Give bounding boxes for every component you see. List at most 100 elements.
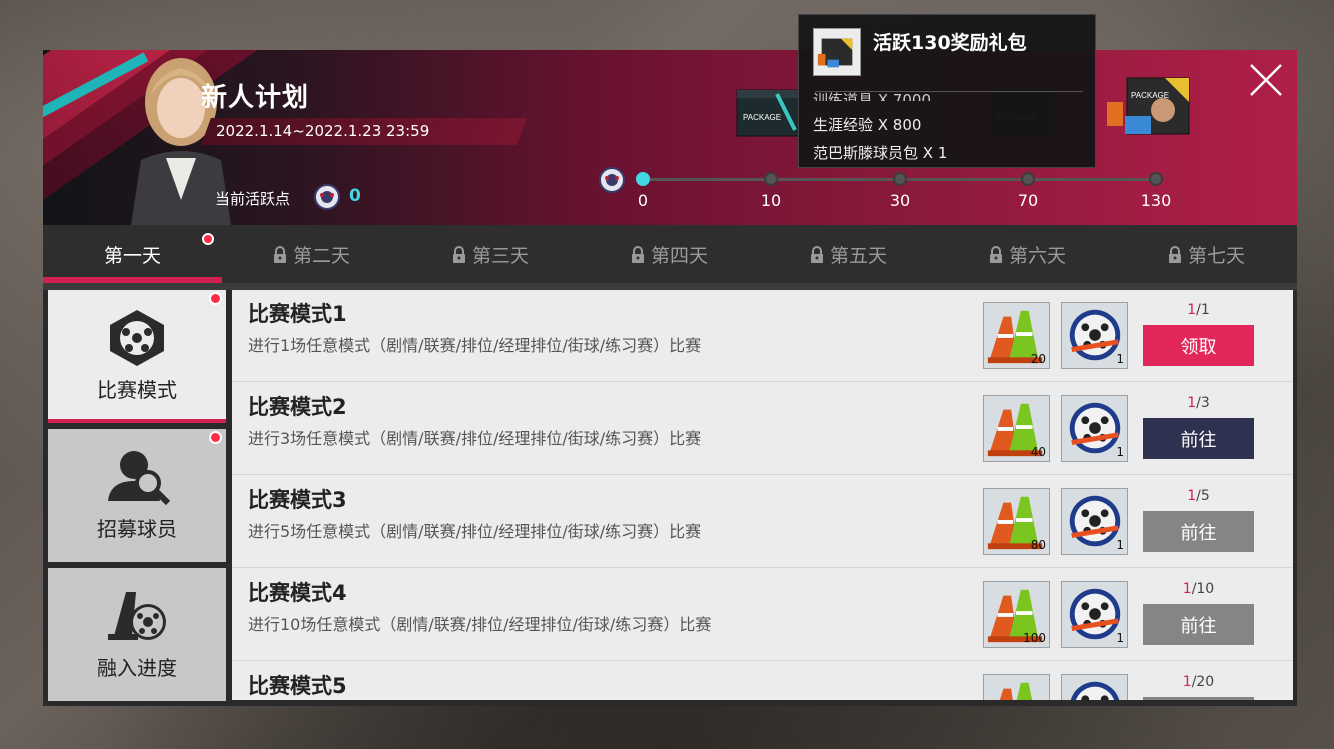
reward-quantity: 1: [1116, 352, 1124, 366]
sidebar-item-integration-progress[interactable]: 融入进度: [48, 568, 226, 701]
task-progress-count: 1/10: [1182, 581, 1215, 597]
tooltip-reward-row: 范巴斯滕球员包 X 1: [813, 144, 948, 162]
reward-cones-icon[interactable]: 20: [983, 302, 1050, 369]
tab-label: 第一天: [103, 244, 161, 267]
gift-package-icon[interactable]: PACKAGE: [733, 80, 807, 142]
lock-icon: [989, 245, 1002, 263]
progress-milestone-label: 70: [1017, 191, 1039, 210]
lock-icon: [452, 245, 465, 263]
tab-day-2[interactable]: 第二天: [222, 225, 401, 283]
go-button[interactable]: 前往: [1143, 511, 1254, 552]
training-cone-ball-icon: [108, 592, 166, 640]
reward-quantity: 1: [1116, 631, 1124, 645]
task-row: 比赛模式2 进行3场任意模式（剧情/联赛/排位/经理排位/街球/练习赛）比赛 40 1…: [232, 383, 1293, 475]
activity-points-label: 当前活跃点: [215, 190, 291, 208]
task-title: 比赛模式4: [248, 581, 347, 605]
tab-day-1[interactable]: 第一天: [43, 225, 222, 283]
player-search-icon: [108, 451, 171, 506]
progress-node: [636, 172, 650, 186]
claim-button[interactable]: 领取: [1143, 325, 1254, 366]
progress-milestone-label: 0: [637, 191, 649, 210]
progress-node: [1149, 172, 1163, 186]
reward-ball-badge-icon[interactable]: 1: [1061, 581, 1128, 648]
task-title: 比赛模式5: [248, 674, 347, 698]
tab-day-5[interactable]: 第五天: [759, 225, 938, 283]
active-indicator: [48, 419, 226, 423]
progress-milestone-label: 130: [1140, 191, 1172, 210]
task-row: 比赛模式3 进行5场任意模式（剧情/联赛/排位/经理排位/街球/练习赛）比赛 80 1…: [232, 476, 1293, 568]
reward-cones-icon[interactable]: 40: [983, 395, 1050, 462]
progress-milestone-label: 30: [889, 191, 911, 210]
event-date-range: 2022.1.14~2022.1.23 23:59: [201, 118, 527, 145]
lock-icon: [273, 245, 286, 263]
reward-ball-badge-icon[interactable]: 1: [1061, 488, 1128, 555]
sidebar-item-recruit-players[interactable]: 招募球员: [48, 429, 226, 562]
event-banner: 新人计划 2022.1.14~2022.1.23 23:59 当前活跃点 0 P…: [43, 50, 1297, 225]
close-icon[interactable]: [1248, 62, 1284, 98]
progress-node: [764, 172, 778, 186]
task-list[interactable]: 比赛模式1 进行1场任意模式（剧情/联赛/排位/经理排位/街球/练习赛）比赛 20 1…: [232, 290, 1293, 700]
lock-icon: [810, 245, 823, 263]
task-progress-count: 1/20: [1182, 674, 1215, 690]
reward-cones-icon[interactable]: [983, 674, 1050, 700]
svg-text:PACKAGE: PACKAGE: [743, 113, 781, 122]
tab-day-3[interactable]: 第三天: [401, 225, 580, 283]
lock-icon: [1168, 245, 1181, 263]
task-progress-count: 1/1: [1187, 302, 1210, 318]
progress-node: [893, 172, 907, 186]
reward-ball-badge-icon[interactable]: 1: [1061, 302, 1128, 369]
reward-cones-icon[interactable]: 80: [983, 488, 1050, 555]
task-progress-count: 1/5: [1187, 488, 1210, 504]
tooltip-reward-row: 生涯经验 X 800: [813, 116, 922, 134]
task-description: 进行5场任意模式（剧情/联赛/排位/经理排位/街球/练习赛）比赛: [248, 522, 702, 541]
tab-label: 第四天: [650, 244, 708, 267]
reward-ball-badge-icon[interactable]: 1: [1061, 395, 1128, 462]
tooltip-reward-row: 训练道具 X 7000: [813, 91, 931, 101]
task-category-sidebar: 比赛模式 招募球员 融入进度: [48, 290, 228, 706]
go-button[interactable]: [1143, 697, 1254, 700]
task-progress-count: 1/3: [1187, 395, 1210, 411]
reward-quantity: 80: [1030, 538, 1046, 552]
gift-package-icon[interactable]: PACKAGE: [1105, 72, 1201, 144]
go-button[interactable]: 前往: [1143, 418, 1254, 459]
notification-dot: [202, 233, 214, 245]
activity-points-value: 0: [349, 186, 361, 206]
progress-milestone-label: 10: [760, 191, 782, 210]
activity-points-icon: [314, 184, 340, 210]
svg-text:PACKAGE: PACKAGE: [1131, 91, 1169, 100]
sidebar-item-match-mode[interactable]: 比赛模式: [48, 290, 226, 423]
reward-cones-icon[interactable]: 100: [983, 581, 1050, 648]
go-button[interactable]: 前往: [1143, 604, 1254, 645]
sidebar-item-label: 比赛模式: [97, 378, 177, 402]
sidebar-item-label: 融入进度: [97, 656, 177, 680]
tab-day-7[interactable]: 第七天: [1117, 225, 1296, 283]
task-title: 比赛模式2: [248, 395, 347, 419]
task-title: 比赛模式1: [248, 302, 347, 326]
reward-ball-badge-icon[interactable]: [1061, 674, 1128, 700]
tab-label: 第七天: [1187, 244, 1245, 267]
lock-icon: [631, 245, 644, 263]
tab-label: 第五天: [829, 244, 887, 267]
tab-day-4[interactable]: 第四天: [580, 225, 759, 283]
event-panel: 新人计划 2022.1.14~2022.1.23 23:59 当前活跃点 0 P…: [43, 50, 1297, 706]
reward-package-thumb: [813, 28, 861, 76]
reward-tooltip: 活跃130奖励礼包 训练道具 X 7000 生涯经验 X 800 范巴斯滕球员包…: [798, 14, 1096, 168]
task-row: 比赛模式4 进行10场任意模式（剧情/联赛/排位/经理排位/街球/练习赛）比赛 10…: [232, 569, 1293, 661]
activity-points-icon: [599, 167, 625, 193]
task-row: 比赛模式1 进行1场任意模式（剧情/联赛/排位/经理排位/街球/练习赛）比赛 20 1…: [232, 290, 1293, 382]
tabs-divider: [43, 283, 1297, 290]
reward-quantity: 1: [1116, 445, 1124, 459]
progress-node: [1021, 172, 1035, 186]
day-tabs: 第一天 第二天 第三天 第四天 第五天 第六天 第七天: [43, 225, 1297, 283]
task-title: 比赛模式3: [248, 488, 347, 512]
task-row: 比赛模式5 1/20: [232, 662, 1293, 700]
tab-label: 第六天: [1008, 244, 1066, 267]
reward-quantity: 20: [1030, 352, 1046, 366]
event-title: 新人计划: [201, 83, 310, 113]
notification-dot: [209, 431, 222, 444]
task-description: 进行1场任意模式（剧情/联赛/排位/经理排位/街球/练习赛）比赛: [248, 336, 702, 355]
task-description: 进行10场任意模式（剧情/联赛/排位/经理排位/街球/练习赛）比赛: [248, 615, 712, 634]
tab-day-6[interactable]: 第六天: [938, 225, 1117, 283]
sidebar-item-label: 招募球员: [97, 517, 177, 541]
task-description: 进行3场任意模式（剧情/联赛/排位/经理排位/街球/练习赛）比赛: [248, 429, 702, 448]
